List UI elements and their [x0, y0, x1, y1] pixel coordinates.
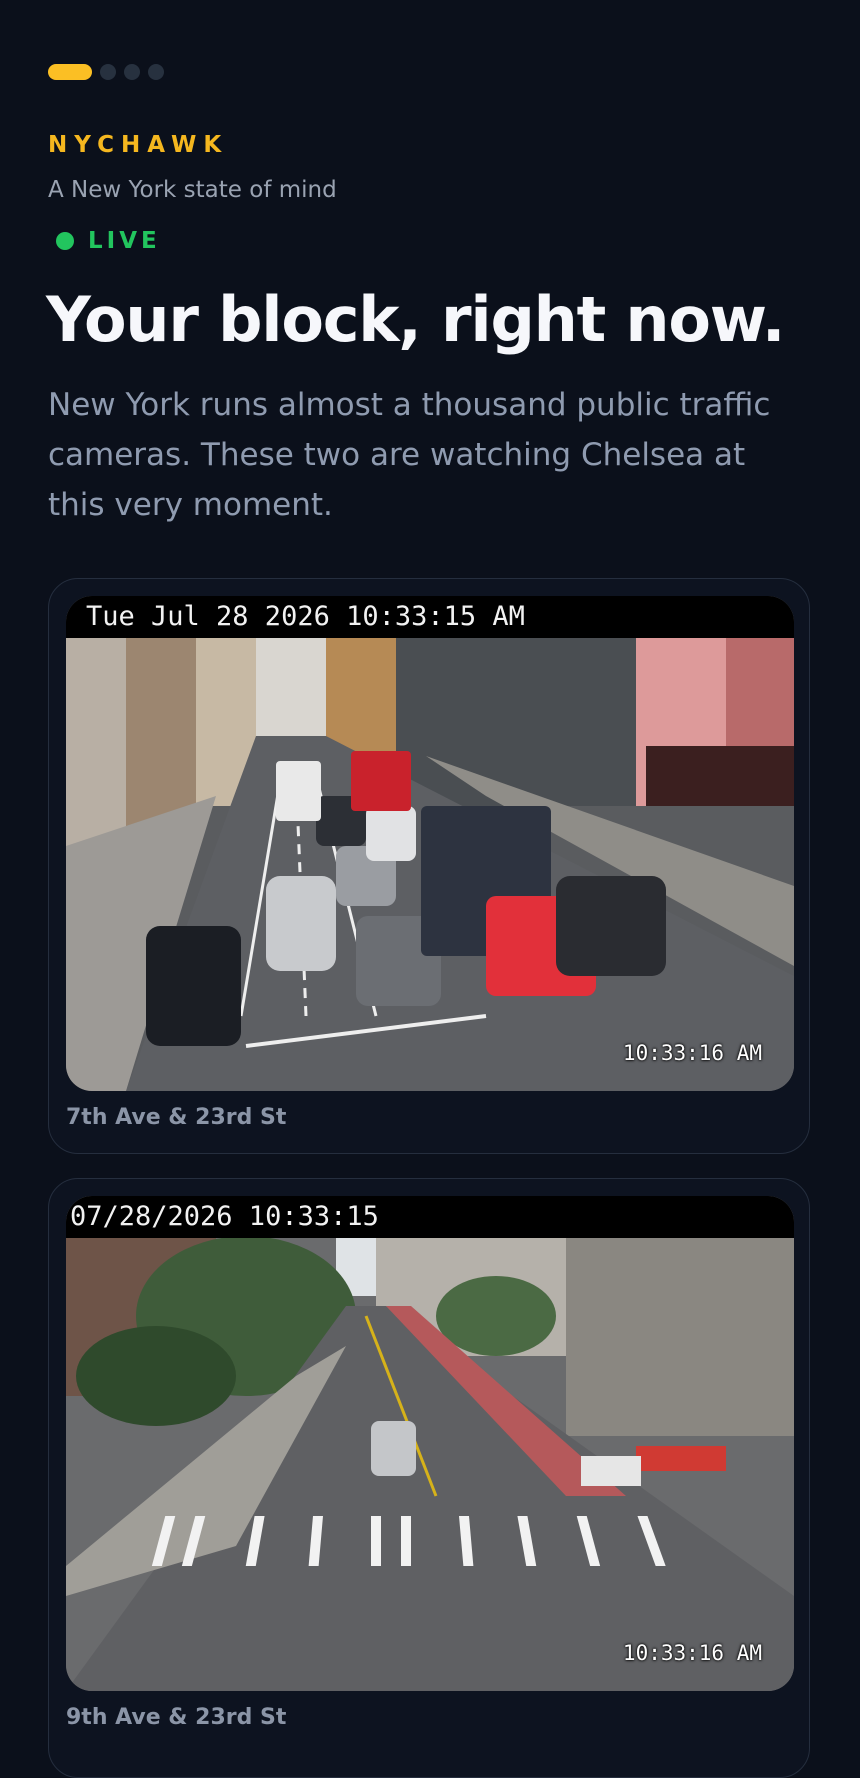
- camera-card[interactable]: 07/28/2026 10:33:15 10:33:16 AM 9th Ave …: [48, 1178, 810, 1778]
- intro-text: New York runs almost a thousand public t…: [48, 387, 771, 523]
- carousel-dot-active[interactable]: [48, 64, 92, 80]
- carousel-dot[interactable]: [148, 64, 164, 80]
- camera-feed-image: Tue Jul 28 2026 10:33:15 AM 10:33:16 AM: [66, 596, 794, 1091]
- camera-feed-image: 07/28/2026 10:33:15 10:33:16 AM: [66, 1196, 794, 1691]
- live-badge: LIVE: [56, 228, 161, 254]
- camera-location-label: 7th Ave & 23rd St: [66, 1105, 287, 1130]
- camera-corner-time: 10:33:16 AM: [622, 1041, 762, 1065]
- carousel-dot[interactable]: [100, 64, 116, 80]
- brand-name: NYCHAWK: [48, 132, 229, 158]
- page-title: Your block, right now.: [46, 283, 785, 356]
- camera-card[interactable]: Tue Jul 28 2026 10:33:15 AM 10:33:16 AM …: [48, 578, 810, 1154]
- carousel-dots: [48, 64, 164, 80]
- carousel-dot[interactable]: [124, 64, 140, 80]
- live-indicator-icon: [56, 232, 74, 250]
- brand-tagline: A New York state of mind: [48, 177, 337, 203]
- traffic-camera-scene: [66, 1196, 794, 1691]
- camera-corner-time: 10:33:16 AM: [622, 1641, 762, 1665]
- camera-overlay-timestamp: Tue Jul 28 2026 10:33:15 AM: [66, 596, 794, 638]
- live-label: LIVE: [88, 228, 161, 254]
- traffic-camera-scene: [66, 596, 794, 1091]
- camera-location-label: 9th Ave & 23rd St: [66, 1705, 287, 1730]
- camera-overlay-timestamp: 07/28/2026 10:33:15: [66, 1196, 794, 1238]
